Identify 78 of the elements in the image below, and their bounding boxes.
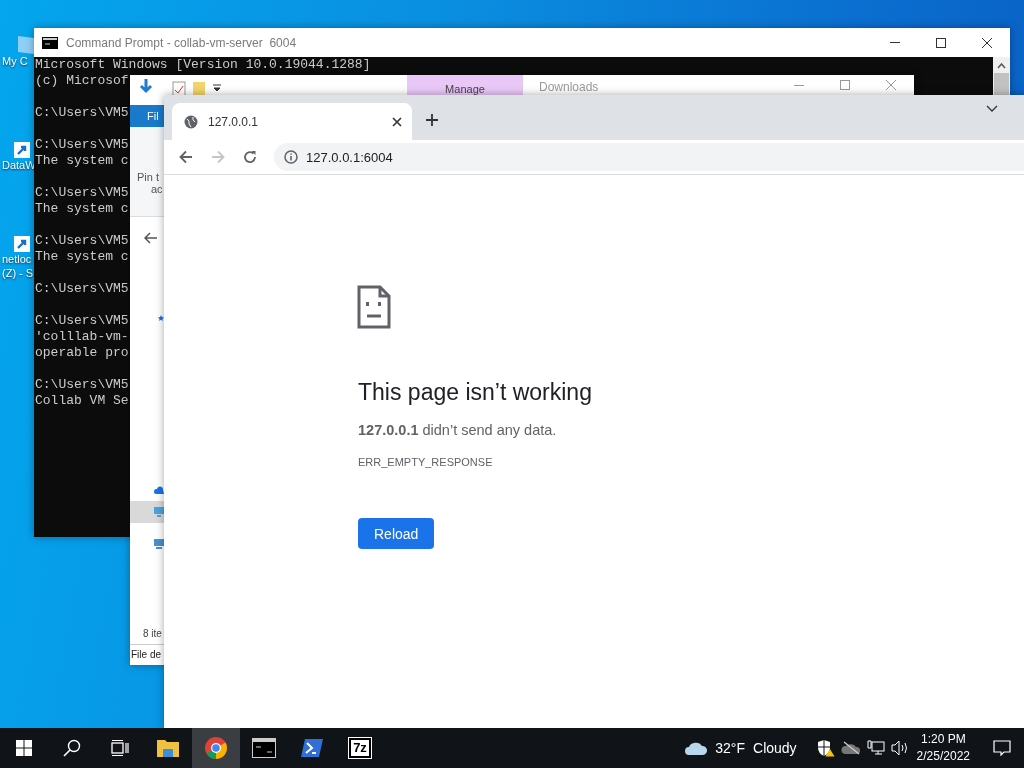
search-icon <box>63 739 81 757</box>
star-icon <box>158 313 164 323</box>
icon-label[interactable]: DataW <box>0 158 36 172</box>
ribbon-label: Pin t <box>136 171 160 183</box>
sync-off-icon[interactable] <box>840 741 861 755</box>
task-view-icon <box>111 740 129 756</box>
shortcut-icon <box>14 142 30 158</box>
plus-icon <box>426 114 438 126</box>
console-line: Microsoft Windows [Version 10.0.19044.1288] <box>35 57 371 73</box>
console-line: C:\Users\VM5 <box>35 313 129 329</box>
console-line: 'colllab-vm- <box>35 329 129 345</box>
error-message: 127.0.0.1 didn’t send any data. <box>358 422 557 438</box>
console-line: C:\Users\VM5 <box>35 281 129 297</box>
cloud-icon <box>154 486 164 494</box>
chevron-up-icon <box>997 63 1006 69</box>
taskbar-app[interactable]: 7z <box>336 728 384 768</box>
error-title: This page isn’t working <box>358 379 592 406</box>
close-icon[interactable] <box>392 116 402 127</box>
error-code: ERR_EMPTY_RESPONSE <box>358 456 493 468</box>
shield-icon[interactable] <box>816 739 835 757</box>
console-line: The system c <box>35 249 129 265</box>
download-icon <box>138 78 154 94</box>
icon-label[interactable]: netloc <box>0 252 32 266</box>
computer-icon <box>154 507 164 517</box>
console-line: The system c <box>35 201 129 217</box>
close-icon <box>982 37 992 48</box>
close-icon <box>886 80 896 90</box>
taskbar-app[interactable] <box>192 728 240 768</box>
sad-page-icon <box>357 285 391 329</box>
folder-icon <box>192 81 206 97</box>
weather-condition: Cloudy <box>753 740 797 756</box>
forward-arrow-icon <box>211 150 225 164</box>
terminal-icon <box>42 36 58 49</box>
window-title: Command Prompt - collab-vm-server 6004 <box>66 35 298 50</box>
message-icon <box>993 740 1011 756</box>
ribbon-label: ac <box>150 183 164 195</box>
icon-label[interactable]: (Z) - S <box>0 266 34 280</box>
status-text: 8 ite <box>142 627 163 641</box>
console-line: C:\Users\VM5 <box>35 137 129 153</box>
network-icon <box>154 539 164 549</box>
minimize-icon <box>890 42 900 43</box>
scrollbar[interactable] <box>993 57 1010 95</box>
chevron-down-icon[interactable] <box>986 105 998 113</box>
app-label: 7z <box>349 738 371 758</box>
console-line: operable pro <box>35 345 129 361</box>
cloud-icon <box>685 741 708 755</box>
console-line: (c) Microsof <box>35 73 129 89</box>
minimize-icon <box>794 84 804 86</box>
chrome-icon <box>204 736 228 760</box>
windows-logo-icon <box>16 740 32 756</box>
ribbon-tab[interactable]: Manage <box>407 75 523 95</box>
browser-tab[interactable]: 127.0.0.1 <box>172 103 412 140</box>
volume-icon[interactable] <box>890 740 909 756</box>
maximize-icon <box>840 80 850 90</box>
network-icon[interactable] <box>866 740 885 756</box>
console-line: The system c <box>35 153 129 169</box>
powershell-icon <box>300 738 324 758</box>
globe-icon <box>184 114 198 129</box>
console-line: Collab VM Se <box>35 393 129 409</box>
terminal-icon <box>252 738 276 758</box>
console-line: C:\Users\VM5 <box>35 377 129 393</box>
clock[interactable]: 1:20 PM 2/25/2022 <box>916 731 970 765</box>
dropdown-icon <box>212 83 222 93</box>
back-arrow-icon <box>179 150 193 164</box>
maximize-icon <box>936 37 946 48</box>
reload-icon <box>243 150 257 164</box>
address-bar[interactable]: 127.0.0.1:6004 <box>274 143 1024 171</box>
folder-icon <box>156 738 180 758</box>
weather-temperature: 32°F <box>715 740 745 756</box>
reload-button[interactable]: Reload <box>358 518 435 549</box>
console-line: C:\Users\VM5 <box>35 185 129 201</box>
info-icon <box>284 150 298 164</box>
window-title: Downloads <box>539 79 600 96</box>
back-arrow-icon[interactable] <box>144 232 158 244</box>
console-line: C:\Users\VM5 <box>35 105 129 121</box>
console-line: C:\Users\VM5 <box>35 233 129 249</box>
drive-shortcut-icon <box>14 236 30 252</box>
icon-label[interactable]: My C <box>0 54 28 68</box>
